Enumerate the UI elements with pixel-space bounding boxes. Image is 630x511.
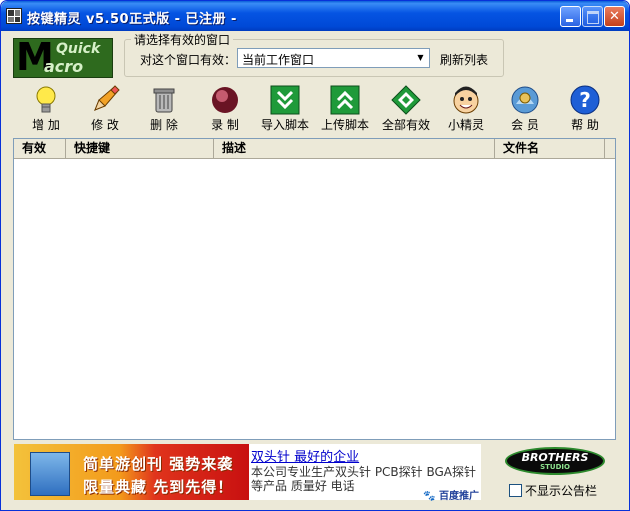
delete-label: 删 除 <box>150 118 178 132</box>
record-button[interactable]: 录 制 <box>196 84 254 132</box>
upload-script-label: 上传脚本 <box>320 118 369 132</box>
hide-notice-label[interactable]: 不显示公告栏 <box>525 482 597 499</box>
column-description[interactable]: 描述 <box>214 139 495 159</box>
close-icon: ✕ <box>609 9 620 24</box>
brand-sub: STUDIO <box>540 463 570 471</box>
minimize-icon <box>561 7 580 26</box>
sprite-label: 小精灵 <box>447 118 484 132</box>
ad-banner-line1: 简单游创刊 强势来袭 <box>83 455 234 473</box>
chevron-down-icon[interactable]: ▼ <box>412 49 429 67</box>
trash-icon <box>153 88 175 113</box>
window-select-legend: 请选择有效的窗口 <box>131 31 234 48</box>
script-list[interactable]: 有效 快捷键 描述 文件名 <box>13 138 616 440</box>
add-label: 增 加 <box>32 118 60 132</box>
main-window: 按键精灵 v5.50正式版 - 已注册 - ✕ M Quick acro 请选择… <box>0 0 630 511</box>
import-script-label: 导入脚本 <box>260 118 309 132</box>
column-enabled[interactable]: 有效 <box>14 139 66 159</box>
ad-description-2: 等产品 质量好 电话 <box>251 479 355 493</box>
ad-source[interactable]: 🐾 百度推广 <box>423 487 479 502</box>
all-valid-button[interactable]: 全部有效 <box>377 84 435 132</box>
logo-macro: acro <box>44 57 84 76</box>
help-button[interactable]: ? 帮 助 <box>556 84 614 132</box>
upload-script-button[interactable]: 上传脚本 <box>316 84 374 132</box>
upload-icon <box>330 85 360 115</box>
member-icon <box>511 86 539 114</box>
close-button[interactable]: ✕ <box>604 6 625 27</box>
import-script-button[interactable]: 导入脚本 <box>256 84 314 132</box>
window-title: 按键精灵 v5.50正式版 - 已注册 - <box>27 12 237 27</box>
all-valid-label: 全部有效 <box>381 118 430 132</box>
list-header: 有效 快捷键 描述 文件名 <box>14 139 615 159</box>
member-label: 会 员 <box>511 118 539 132</box>
window-select-label: 对这个窗口有效： <box>140 53 237 67</box>
record-icon <box>212 87 238 113</box>
svg-text:?: ? <box>579 88 591 112</box>
help-icon: ? <box>570 85 600 115</box>
delete-button[interactable]: 删 除 <box>135 84 193 132</box>
help-label: 帮 助 <box>571 118 599 132</box>
app-icon[interactable] <box>6 8 22 24</box>
hide-notice-checkbox[interactable] <box>509 484 522 497</box>
record-label: 录 制 <box>211 118 239 132</box>
pencil-icon <box>94 85 120 111</box>
member-button[interactable]: 会 员 <box>496 84 554 132</box>
edit-label: 修 改 <box>91 118 119 132</box>
edit-button[interactable]: 修 改 <box>76 84 134 132</box>
refresh-list-link[interactable]: 刷新列表 <box>440 51 488 68</box>
all-valid-icon <box>391 85 421 115</box>
brothers-studio-logo[interactable]: BROTHERS STUDIO <box>505 447 605 475</box>
ad-banner[interactable]: 简单游创刊 强势来袭 限量典藏 先到先得！ <box>14 444 249 500</box>
ad-banner-line2: 限量典藏 先到先得！ <box>83 478 234 496</box>
target-window-dropdown[interactable]: 当前工作窗口 ▼ <box>237 48 430 68</box>
lightbulb-icon <box>36 86 56 113</box>
import-icon <box>270 85 300 115</box>
ad-source-label: 百度推广 <box>439 491 479 502</box>
sprite-button[interactable]: 小精灵 <box>437 84 495 132</box>
text-ad: 双头针 最好的企业 本公司专业生产双头针 PCB探针 BGA探针 等产品 质量好… <box>249 444 481 502</box>
quick-macro-logo: M Quick acro <box>13 38 113 78</box>
column-filename[interactable]: 文件名 <box>495 139 605 159</box>
ad-product-image <box>30 452 70 496</box>
title-bar[interactable]: 按键精灵 v5.50正式版 - 已注册 - ✕ <box>1 1 629 31</box>
maximize-button[interactable] <box>582 6 603 27</box>
logo-quick: Quick <box>56 41 101 57</box>
maximize-icon <box>583 7 602 26</box>
sprite-face-icon <box>453 86 479 114</box>
target-window-value: 当前工作窗口 <box>242 53 315 67</box>
minimize-button[interactable] <box>560 6 581 27</box>
add-button[interactable]: 增 加 <box>17 84 75 132</box>
column-hotkey[interactable]: 快捷键 <box>66 139 214 159</box>
